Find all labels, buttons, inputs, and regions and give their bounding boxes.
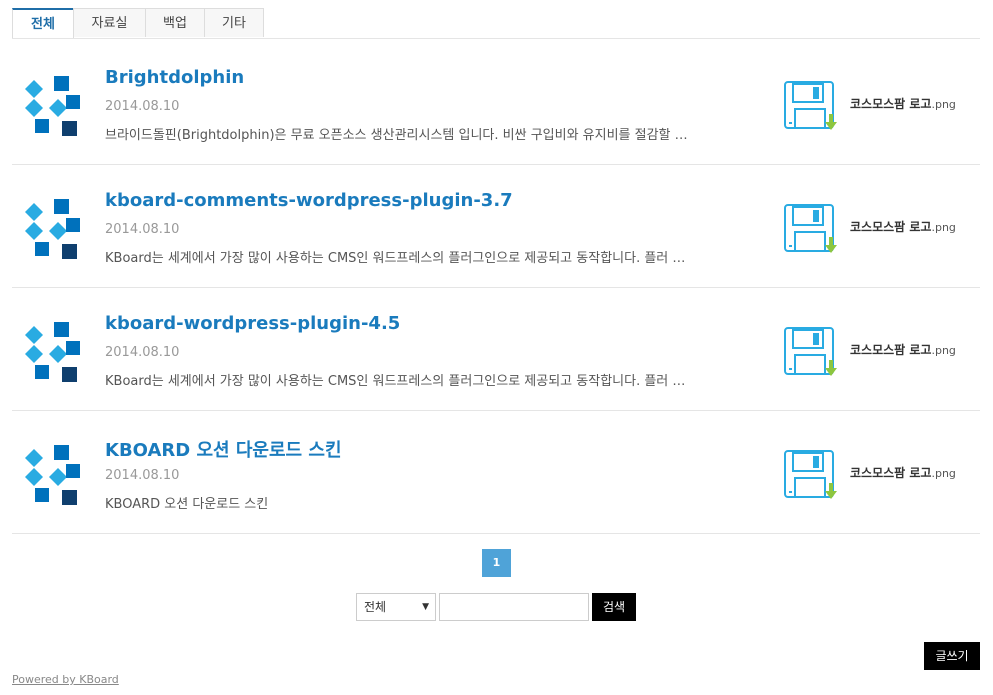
item-description: KBOARD 오션 다운로드 스킨 — [105, 497, 269, 512]
floppy-download-icon — [784, 450, 837, 499]
tab-backup[interactable]: 백업 — [145, 8, 205, 37]
category-tabs: 전체 자료실 백업 기타 — [12, 8, 980, 39]
list-item: kboard-comments-wordpress-plugin-3.7 201… — [12, 165, 980, 288]
write-button[interactable]: 글쓰기 — [924, 642, 980, 670]
attachment-link[interactable]: 코스모스팜 로고.png — [783, 449, 978, 501]
item-title[interactable]: kboard-comments-wordpress-plugin-3.7 — [105, 190, 513, 211]
item-title[interactable]: KBOARD 오션 다운로드 스킨 — [105, 436, 342, 462]
item-description: KBoard는 세계에서 가장 많이 사용하는 CMS인 워드프레스의 플러그인… — [105, 374, 686, 389]
attachment-filename: 코스모스팜 로고.png — [850, 220, 956, 234]
search-input[interactable] — [439, 593, 589, 621]
kboard-logo-icon — [25, 322, 80, 382]
kboard-logo-icon — [25, 445, 80, 505]
attachment-link[interactable]: 코스모스팜 로고.png — [783, 326, 978, 378]
attachment-filename: 코스모스팜 로고.png — [850, 97, 956, 111]
tab-library[interactable]: 자료실 — [73, 8, 146, 37]
page-1-button[interactable]: 1 — [482, 549, 511, 577]
item-date: 2014.08.10 — [105, 345, 180, 360]
kboard-logo-icon — [25, 76, 80, 136]
attachment-link[interactable]: 코스모스팜 로고.png — [783, 203, 978, 255]
floppy-download-icon — [784, 81, 837, 130]
item-date: 2014.08.10 — [105, 468, 180, 483]
kboard-logo-icon — [25, 199, 80, 259]
post-list: Brightdolphin 2014.08.10 브라이드돌핀(Brightdo… — [12, 42, 980, 534]
list-item: Brightdolphin 2014.08.10 브라이드돌핀(Brightdo… — [12, 42, 980, 165]
attachment-link[interactable]: 코스모스팜 로고.png — [783, 80, 978, 132]
tab-all[interactable]: 전체 — [12, 8, 74, 38]
item-date: 2014.08.10 — [105, 222, 180, 237]
item-title[interactable]: kboard-wordpress-plugin-4.5 — [105, 313, 400, 334]
item-date: 2014.08.10 — [105, 99, 180, 114]
attachment-filename: 코스모스팜 로고.png — [850, 466, 956, 480]
list-item: kboard-wordpress-plugin-4.5 2014.08.10 K… — [12, 288, 980, 411]
search-button[interactable]: 검색 — [592, 593, 636, 621]
search-option-value: 전체 — [364, 600, 387, 614]
powered-by-link[interactable]: Powered by KBoard — [12, 673, 119, 686]
item-description: KBoard는 세계에서 가장 많이 사용하는 CMS인 워드프레스의 플러그인… — [105, 251, 686, 266]
attachment-filename: 코스모스팜 로고.png — [850, 343, 956, 357]
tab-etc[interactable]: 기타 — [204, 8, 264, 37]
floppy-download-icon — [784, 327, 837, 376]
search-option-select[interactable]: 전체 ▼ — [356, 593, 436, 621]
item-title[interactable]: Brightdolphin — [105, 67, 244, 88]
item-description: 브라이드돌핀(Brightdolphin)은 무료 오픈소스 생산관리시스템 입… — [105, 128, 688, 143]
floppy-download-icon — [784, 204, 837, 253]
list-item: KBOARD 오션 다운로드 스킨 2014.08.10 KBOARD 오션 다… — [12, 411, 980, 534]
caret-down-icon: ▼ — [422, 602, 429, 612]
